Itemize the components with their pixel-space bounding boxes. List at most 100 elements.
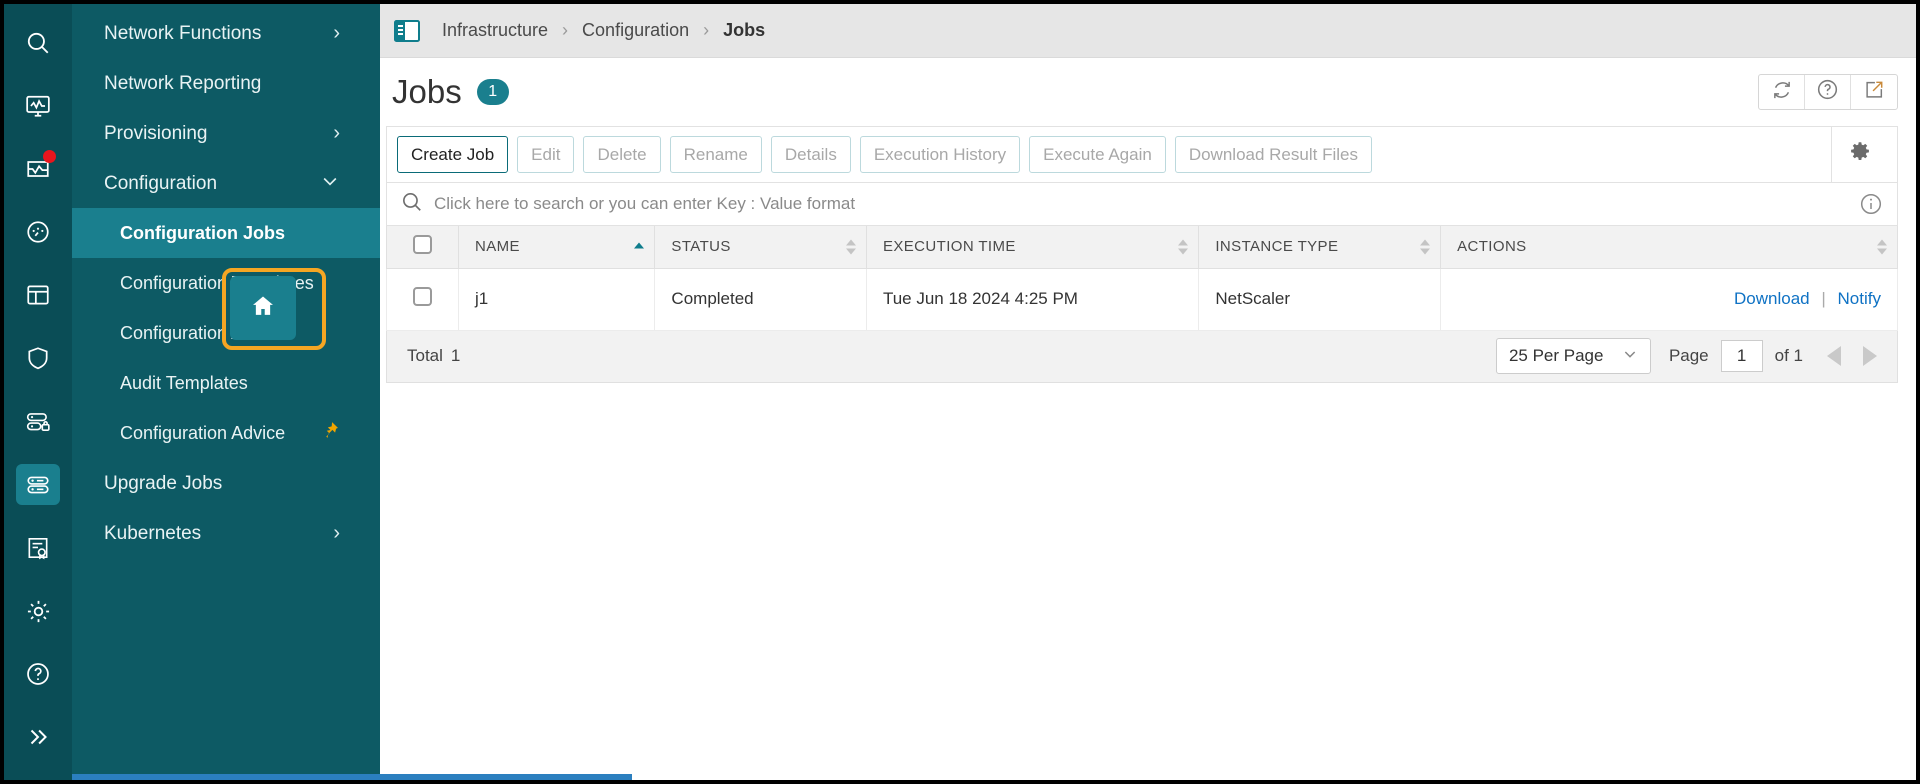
previous-page-button[interactable]: [1827, 346, 1841, 366]
nav-scrollbar[interactable]: [1901, 288, 1910, 688]
nav-label: Configuration Jobs: [120, 222, 285, 243]
sort-indicator[interactable]: [1420, 239, 1431, 255]
rail-item-events[interactable]: [16, 148, 60, 189]
rail-item-settings[interactable]: [16, 591, 60, 632]
rail-item-dashboard[interactable]: [16, 85, 60, 126]
column-execution-time[interactable]: EXECUTION TIME: [865, 226, 1200, 269]
cell-execution-time: Tue Jun 18 2024 4:25 PM: [865, 268, 1200, 331]
rail-item-analytics[interactable]: [16, 212, 60, 253]
sort-indicator[interactable]: [1178, 239, 1189, 255]
table-row[interactable]: j1 Completed Tue Jun 18 2024 4:25 PM Net…: [386, 268, 1898, 331]
download-link[interactable]: Download: [1734, 289, 1810, 308]
info-circle-icon[interactable]: [1859, 192, 1883, 216]
nav-home-shortcut[interactable]: [230, 276, 296, 340]
pin-icon[interactable]: [320, 420, 340, 447]
help-button[interactable]: [1805, 75, 1851, 109]
breadcrumb-root[interactable]: Infrastructure: [442, 20, 548, 41]
nav-label: Network Functions: [104, 22, 262, 44]
applications-icon: [25, 282, 51, 308]
gear-icon: [1848, 140, 1872, 169]
nav-label: Kubernetes: [104, 522, 202, 544]
rail-item-infrastructure[interactable]: [16, 464, 60, 506]
nav-item-configuration-jobs[interactable]: Configuration Jobs: [72, 208, 380, 258]
nav-label: Audit Templates: [120, 372, 248, 393]
nav-item-network-reporting[interactable]: Network Reporting: [72, 58, 380, 108]
column-actions[interactable]: ACTIONS: [1440, 226, 1898, 269]
notify-link[interactable]: Notify: [1838, 289, 1881, 308]
server-stack-icon: [25, 472, 51, 498]
server-lock-icon: [25, 409, 51, 435]
column-name[interactable]: NAME: [457, 226, 656, 269]
page-label: Page: [1668, 346, 1709, 365]
gauge-icon: [25, 219, 51, 245]
rail-item-applications[interactable]: [16, 275, 60, 316]
rail-item-help[interactable]: [16, 654, 60, 695]
nav-label: Network Reporting: [104, 72, 262, 94]
breadcrumb-separator: ›: [562, 20, 569, 40]
column-label: NAME: [475, 238, 520, 256]
nav-item-configuration[interactable]: Configuration: [72, 158, 380, 208]
execution-history-button[interactable]: Execution History: [859, 136, 1021, 173]
application-window: Network Functions › Network Reporting Pr…: [0, 0, 1920, 784]
page-title: Jobs: [392, 73, 462, 110]
search-input[interactable]: [434, 194, 1859, 214]
nav-item-upgrade-jobs[interactable]: Upgrade Jobs: [72, 458, 380, 508]
panel-layout-icon[interactable]: [394, 19, 420, 43]
breadcrumb-separator: ›: [703, 20, 710, 40]
column-select-all: [386, 226, 459, 269]
row-checkbox[interactable]: [413, 287, 432, 306]
edit-button[interactable]: Edit: [517, 136, 575, 173]
breadcrumb-current: Jobs: [723, 20, 766, 40]
rename-button[interactable]: Rename: [669, 136, 762, 173]
nav-item-network-functions[interactable]: Network Functions ›: [72, 8, 380, 58]
rail-item-instances[interactable]: [16, 401, 60, 442]
next-page-button[interactable]: [1863, 346, 1877, 366]
nav-item-provisioning[interactable]: Provisioning ›: [72, 108, 380, 158]
download-result-files-button[interactable]: Download Result Files: [1174, 136, 1372, 173]
navigation-flyout: Network Functions › Network Reporting Pr…: [72, 4, 380, 780]
sort-indicator[interactable]: [1877, 239, 1887, 255]
refresh-button[interactable]: [1759, 75, 1805, 109]
cell-status: Completed: [654, 268, 867, 331]
column-label: ACTIONS: [1457, 238, 1527, 256]
icon-rail: [4, 4, 72, 780]
breadcrumb-configuration[interactable]: Configuration: [582, 20, 689, 41]
search-bar: [386, 182, 1898, 226]
nav-item-configuration-templates[interactable]: Configuration Templates: [72, 258, 380, 308]
nav-item-configuration-audit[interactable]: Configuration Audit: [72, 308, 380, 358]
rail-item-licenses[interactable]: [16, 527, 60, 568]
search-icon: [25, 30, 51, 56]
nav-item-configuration-advice[interactable]: Configuration Advice: [72, 408, 380, 458]
jobs-table: NAME STATUS EXECUTION TIME INSTANCE TYPE…: [386, 226, 1898, 331]
page-of-label: of 1: [1774, 346, 1803, 365]
row-select-cell: [386, 268, 459, 331]
column-instance-type[interactable]: INSTANCE TYPE: [1198, 226, 1442, 269]
column-status[interactable]: STATUS: [654, 226, 867, 269]
header-action-group: [1758, 74, 1898, 110]
create-job-button[interactable]: Create Job: [397, 136, 509, 173]
per-page-select[interactable]: 25 Per Page: [1495, 338, 1651, 374]
nav-item-kubernetes[interactable]: Kubernetes ›: [72, 508, 380, 558]
column-label: EXECUTION TIME: [882, 238, 1016, 256]
sort-indicator-asc[interactable]: [634, 242, 645, 251]
open-external-button[interactable]: [1851, 75, 1897, 109]
rail-item-security[interactable]: [16, 338, 60, 379]
breadcrumb: Infrastructure › Configuration › Jobs: [380, 4, 1916, 58]
cell-name: j1: [457, 268, 656, 331]
details-button[interactable]: Details: [770, 136, 851, 173]
page-number-input[interactable]: [1720, 340, 1763, 372]
table-settings-button[interactable]: [1831, 127, 1887, 182]
sort-indicator[interactable]: [845, 239, 856, 255]
nav-item-audit-templates[interactable]: Audit Templates: [72, 358, 380, 408]
gear-icon: [25, 598, 52, 625]
chevron-double-right-icon: [25, 724, 51, 750]
rail-item-expand[interactable]: [16, 717, 60, 758]
per-page-value: 25 Per Page: [1508, 346, 1604, 365]
delete-button[interactable]: Delete: [583, 136, 661, 173]
table-footer: Total 1 25 Per Page Page of 1: [386, 330, 1898, 383]
select-all-checkbox[interactable]: [413, 235, 432, 255]
rail-item-search[interactable]: [16, 22, 60, 63]
home-icon: [250, 293, 276, 324]
search-icon: [401, 191, 423, 218]
execute-again-button[interactable]: Execute Again: [1029, 136, 1166, 173]
